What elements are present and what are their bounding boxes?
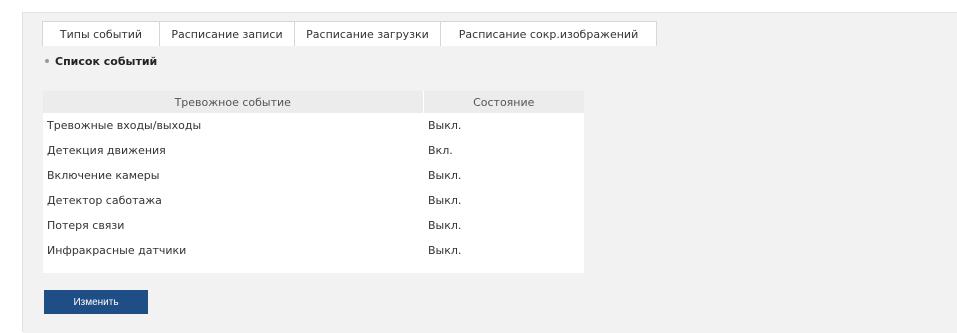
section-title-text: Список событий [55,55,158,68]
event-state: Выкл. [428,194,462,207]
table-row: Инфракрасные датчики Выкл. [43,238,584,263]
events-table: Тревожное событие Состояние Тревожные вх… [43,91,584,273]
tab-bar: Типы событий Расписание записи Расписани… [42,21,657,47]
tab-record-schedule[interactable]: Расписание записи [160,21,295,47]
event-name: Детектор саботажа [47,194,162,207]
settings-panel: Типы событий Расписание записи Расписани… [22,12,957,333]
event-state: Выкл. [428,169,462,182]
event-state: Выкл. [428,219,462,232]
event-state: Выкл. [428,244,462,257]
event-name: Потеря связи [47,219,125,232]
tab-upload-schedule[interactable]: Расписание загрузки [295,21,441,47]
table-row: Детектор саботажа Выкл. [43,188,584,213]
edit-button[interactable]: Изменить [44,290,148,314]
column-header-event: Тревожное событие [43,91,424,113]
table-spacer [43,263,584,273]
event-name: Детекция движения [47,144,166,157]
column-header-state: Состояние [423,91,584,113]
section-title: Список событий [45,55,157,68]
event-state: Выкл. [428,119,462,132]
event-name: Инфракрасные датчики [47,244,187,257]
table-row: Включение камеры Выкл. [43,163,584,188]
event-state: Вкл. [428,144,453,157]
table-header-row: Тревожное событие Состояние [43,91,584,113]
event-name: Включение камеры [47,169,160,182]
table-row: Детекция движения Вкл. [43,138,584,163]
tab-snapshot-schedule[interactable]: Расписание сокр.изображений [441,21,657,47]
table-row: Тревожные входы/выходы Выкл. [43,113,584,138]
bullet-icon [45,59,49,63]
table-row: Потеря связи Выкл. [43,213,584,238]
event-name: Тревожные входы/выходы [47,119,202,132]
tab-event-types[interactable]: Типы событий [42,21,160,47]
